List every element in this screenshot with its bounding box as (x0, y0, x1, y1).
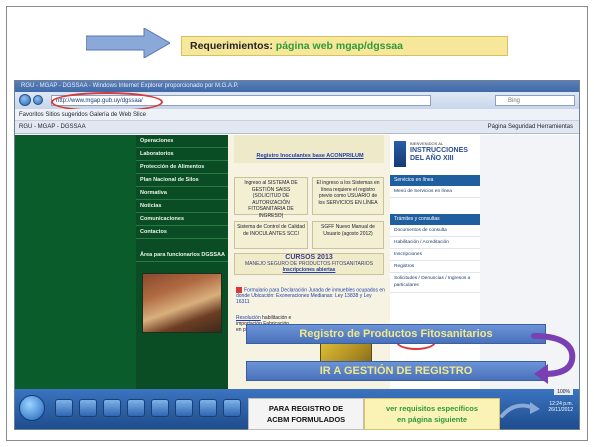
system-clock: 12:24 p.m. 26/11/2012 (548, 401, 573, 413)
menu-solicitudes[interactable]: Solicitudes / Denuncias / Ingresos a par… (390, 273, 480, 293)
logo-mark (394, 141, 406, 167)
logo-small-text: BIENVENIDOS AL (410, 141, 444, 146)
instrucciones-logo: BIENVENIDOS AL INSTRUCCIONES DEL AÑO XII… (392, 137, 478, 171)
nav-comunicaciones[interactable]: Comunicaciones (136, 213, 228, 226)
nav-area-funcionarios[interactable]: Área para funcionarios DGSSAA (136, 249, 228, 262)
box-requisitos: ver requisitos específicos en página sig… (364, 398, 500, 430)
nav-laboratorios[interactable]: Laboratorios (136, 148, 228, 161)
right-menu: Servicios en línea Menú de Servicios en … (390, 175, 480, 293)
heading-tramites: Trámites y consultas (390, 214, 480, 225)
taskbar-word-icon[interactable] (79, 399, 97, 417)
nav-normativa[interactable]: Normativa (136, 187, 228, 200)
heading-servicios: Servicios en línea (390, 175, 480, 186)
right-arrow-icon (86, 28, 170, 58)
nav-operaciones[interactable]: Operaciones (136, 135, 228, 148)
building-photo (142, 273, 222, 333)
logo-line-2: DEL AÑO XIII (410, 155, 454, 162)
title-highlight: página web mgap/dgssaa (275, 40, 403, 52)
tab-row: RGU - MGAP - DGSSAA Página Seguridad Her… (15, 121, 579, 134)
box-sgff[interactable]: SGFF Nuevo Manual de Usuario (agosto 201… (312, 221, 384, 249)
form-link[interactable]: Formulario para Declaración Jurada de in… (236, 287, 386, 305)
menu-registros[interactable]: Registros (390, 261, 480, 273)
box-scci[interactable]: Sistema de Control de Calidad de INOCULA… (234, 221, 308, 249)
command-bar[interactable]: Página Seguridad Herramientas (488, 121, 573, 134)
req-line-1: ver requisitos específicos (385, 404, 479, 413)
nav-proteccion-alimentos[interactable]: Protección de Alimentos (136, 161, 228, 174)
link-inoculantes[interactable]: Registro Inoculantes base ACONPRILUM (256, 153, 364, 159)
slide-title: Requerimientos: página web mgap/dgssaa (181, 36, 508, 56)
taskbar-app-icon[interactable] (151, 399, 169, 417)
box-saiss[interactable]: Ingreso al SISTEMA DE GESTIÓN SAISS (SOL… (234, 177, 308, 219)
page-content: Operaciones Laboratorios Protección de A… (15, 135, 579, 389)
address-row: http://www.mgap.gub.uy/dgssaa/ Bing (15, 92, 579, 112)
cursos-link[interactable]: Inscripciones abiertas (283, 267, 336, 273)
center-column: Registro Inoculantes base ACONPRILUM Ing… (228, 135, 390, 389)
taskbar-app4-icon[interactable] (223, 399, 241, 417)
req-line-2: en página siguiente (396, 415, 467, 424)
form-text[interactable]: Formulario para Declaración Jurada de in… (236, 287, 385, 305)
pdf-icon (236, 287, 242, 293)
banner-registro-productos: Registro de Productos Fitosanitarios (246, 324, 546, 344)
title-prefix: Requerimientos: (190, 40, 273, 52)
menu-inscripciones[interactable]: Inscripciones (390, 249, 480, 261)
right-column: BIENVENIDOS AL INSTRUCCIONES DEL AÑO XII… (390, 135, 480, 389)
nav-contactos[interactable]: Contactos (136, 226, 228, 239)
box-acbm-formulados: PARA REGISTRO DE ACBM FORMULADOS (248, 398, 364, 430)
logo-line-1: INSTRUCCIONES (410, 147, 468, 154)
search-input[interactable]: Bing (495, 95, 575, 106)
cursos-box[interactable]: CURSOS 2013 MANEJO SEGURO DE PRODUCTOS F… (234, 253, 384, 275)
taskbar-explorer-icon[interactable] (103, 399, 121, 417)
cursos-title: CURSOS 2013 (285, 254, 333, 261)
nav-plan-silos[interactable]: Plan Nacional de Silos (136, 174, 228, 187)
clock-date: 26/11/2012 (548, 407, 573, 413)
start-button[interactable] (19, 395, 45, 421)
window-title: RGU - MGAP - DGSSAA - Windows Internet E… (15, 81, 579, 92)
taskbar-app2-icon[interactable] (175, 399, 193, 417)
banner-ir-gestion: IR A GESTIÓN DE REGISTRO (246, 361, 546, 381)
curved-arrow-icon (531, 333, 576, 384)
zoom-level[interactable]: 100% (554, 389, 573, 395)
nav-noticias[interactable]: Noticias (136, 200, 228, 213)
taskbar-app3-icon[interactable] (199, 399, 217, 417)
menu-servicios-linea[interactable]: Menú de Servicios en línea (390, 186, 480, 198)
tab-rgu[interactable]: RGU - MGAP - DGSSAA (19, 124, 86, 130)
box-servicios-linea[interactable]: El ingreso a los Sistemas en línea requi… (312, 177, 384, 215)
taskbar-ie-icon[interactable] (55, 399, 73, 417)
menu-documentos[interactable]: Documentos de consulta (390, 225, 480, 237)
forward-icon[interactable] (33, 95, 43, 105)
acbm-line-1: PARA REGISTRO DE (268, 404, 344, 413)
taskbar-folder-icon[interactable] (127, 399, 145, 417)
menu-habilitacion[interactable]: Habilitación / Acreditación (390, 237, 480, 249)
curved-small-arrow-icon (500, 402, 540, 418)
logo-big-text: INSTRUCCIONES DEL AÑO XIII (410, 147, 468, 163)
acbm-line-2: ACBM FORMULADOS (266, 415, 346, 424)
left-navigation: Operaciones Laboratorios Protección de A… (136, 135, 228, 389)
back-icon[interactable] (19, 94, 31, 106)
favorites-bar[interactable]: Favoritos Sitios sugeridos Galería de We… (15, 109, 579, 121)
